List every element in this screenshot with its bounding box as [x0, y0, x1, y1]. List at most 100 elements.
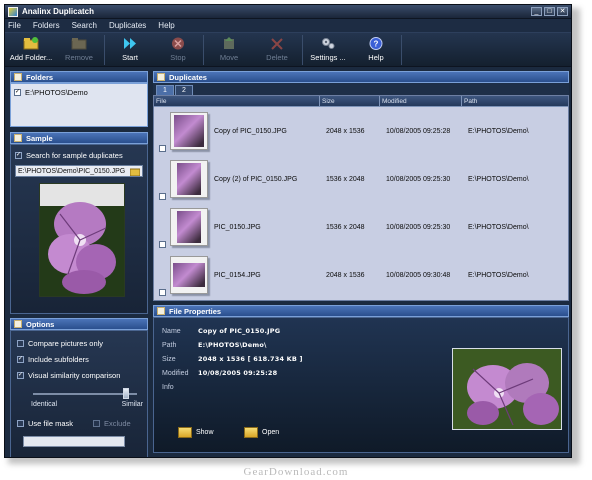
file-mask-label: Use file mask	[28, 418, 74, 428]
move-label: Move	[219, 53, 239, 62]
settings-icon	[320, 36, 336, 50]
settings-button[interactable]: Settings ...	[304, 33, 352, 67]
sample-panel: Search for sample duplicates E:\PHOTOS\D…	[10, 144, 148, 314]
menu-search[interactable]: Search	[72, 21, 97, 30]
folders-panel-icon	[14, 73, 22, 81]
tab-group-1[interactable]: 1	[156, 85, 174, 95]
row-thumbnail	[170, 256, 208, 294]
cell-size: 2048 x 1536	[326, 271, 365, 279]
stop-icon	[170, 36, 186, 50]
row-checkbox[interactable]	[159, 193, 166, 200]
help-label: Help	[368, 53, 384, 62]
prop-name-value: Copy of PIC_0150.JPG	[198, 327, 281, 335]
cell-size: 1536 x 2048	[326, 223, 365, 231]
close-button[interactable]: ✕	[557, 7, 568, 16]
browse-folder-icon[interactable]	[130, 167, 140, 176]
folder-item[interactable]: E:\PHOTOS\Demo	[14, 86, 88, 98]
help-button[interactable]: ? Help	[352, 33, 400, 67]
toolbar-separator	[302, 35, 303, 65]
folder-checkbox[interactable]	[14, 88, 21, 96]
sample-panel-icon	[14, 134, 22, 142]
show-label: Show	[196, 429, 214, 436]
cell-file: PIC_0150.JPG	[214, 223, 261, 231]
row-checkbox[interactable]	[159, 241, 166, 248]
cell-size: 2048 x 1536	[326, 127, 365, 135]
tab-group-2[interactable]: 2	[175, 85, 193, 95]
compare-option[interactable]: Compare pictures only	[17, 335, 141, 351]
folders-title: Folders	[26, 72, 54, 82]
toolbar-separator	[401, 35, 402, 65]
left-panel: Folders E:\PHOTOS\Demo Sample Search for…	[10, 71, 148, 457]
subfolders-option[interactable]: Include subfolders	[17, 351, 141, 367]
exclude-checkbox[interactable]	[93, 419, 101, 427]
column-path[interactable]: Path	[462, 96, 568, 106]
properties-panel-icon	[157, 307, 165, 315]
remove-button[interactable]: Remove	[55, 33, 103, 67]
maximize-button[interactable]: □	[544, 7, 555, 16]
column-file[interactable]: File	[154, 96, 320, 106]
table-row[interactable]: Copy of PIC_0150.JPG 2048 x 1536 10/08/2…	[154, 107, 568, 155]
column-modified[interactable]: Modified	[380, 96, 462, 106]
window-title: Analinx Duplicatch	[22, 7, 95, 16]
options-header: Options	[10, 318, 148, 330]
exclude-label: Exclude	[104, 418, 131, 428]
start-button[interactable]: Start	[106, 33, 154, 67]
visual-checkbox[interactable]	[17, 371, 24, 379]
sample-image	[39, 183, 125, 297]
cell-path: E:\PHOTOS\Demo\	[468, 223, 529, 231]
group-tabs: 1 2	[153, 83, 569, 95]
prop-path-value: E:\PHOTOS\Demo\	[198, 341, 267, 349]
duplicates-header: Duplicates	[153, 71, 569, 83]
toolbar: Add Folder... Remove Start Stop Move Del…	[5, 33, 571, 67]
similarity-slider[interactable]	[33, 387, 137, 401]
add-folder-button[interactable]: Add Folder...	[7, 33, 55, 67]
prop-modified-value: 10/08/2005 09:25:28	[198, 369, 278, 377]
show-button[interactable]: Show	[178, 427, 214, 438]
row-checkbox[interactable]	[159, 289, 166, 296]
file-mask-checkbox[interactable]	[17, 419, 24, 427]
file-mask-option: Use file mask Exclude	[17, 414, 141, 432]
move-button[interactable]: Move	[205, 33, 253, 67]
prop-path-label: Path	[162, 341, 177, 349]
row-thumbnail	[170, 112, 208, 150]
stop-button[interactable]: Stop	[154, 33, 202, 67]
slider-labels: Identical Similar	[31, 401, 143, 408]
prop-info-label: Info	[162, 383, 174, 391]
options-panel-icon	[14, 320, 22, 328]
column-size[interactable]: Size	[320, 96, 380, 106]
table-row[interactable]: PIC_0150.JPG 1536 x 2048 10/08/2005 09:2…	[154, 203, 568, 251]
app-window: Analinx Duplicatch _ □ ✕ File Folders Se…	[4, 4, 572, 458]
menu-file[interactable]: File	[8, 21, 21, 30]
delete-icon	[269, 36, 285, 50]
subfolders-checkbox[interactable]	[17, 355, 24, 363]
row-checkbox[interactable]	[159, 145, 166, 152]
cell-file: Copy (2) of PIC_0150.JPG	[214, 175, 298, 183]
compare-checkbox[interactable]	[17, 339, 24, 347]
open-button[interactable]: Open	[244, 427, 279, 438]
menu-folders[interactable]: Folders	[33, 21, 60, 30]
delete-label: Delete	[266, 53, 288, 62]
cell-path: E:\PHOTOS\Demo\	[468, 271, 529, 279]
sample-search-option[interactable]: Search for sample duplicates	[15, 149, 143, 161]
open-label: Open	[262, 429, 280, 436]
duplicates-table: File Size Modified Path Copy of PIC_0150…	[153, 95, 569, 301]
visual-option[interactable]: Visual similarity comparison	[17, 367, 141, 383]
cell-file: Copy of PIC_0150.JPG	[214, 127, 287, 135]
slider-thumb[interactable]	[123, 388, 130, 399]
subfolders-label: Include subfolders	[28, 354, 89, 364]
prop-size-value: 2048 x 1536 [ 618.734 KB ]	[198, 355, 303, 363]
table-row[interactable]: Copy (2) of PIC_0150.JPG 1536 x 2048 10/…	[154, 155, 568, 203]
prop-size-label: Size	[162, 355, 176, 363]
menu-duplicates[interactable]: Duplicates	[109, 21, 146, 30]
delete-button[interactable]: Delete	[253, 33, 301, 67]
sample-path-field[interactable]: E:\PHOTOS\Demo\PIC_0150.JPG	[15, 165, 143, 177]
minimize-button[interactable]: _	[531, 7, 542, 16]
menu-help[interactable]: Help	[158, 21, 174, 30]
cell-modified: 10/08/2005 09:25:30	[386, 223, 451, 231]
file-mask-input[interactable]	[23, 436, 125, 447]
remove-folder-icon	[71, 36, 87, 50]
cell-path: E:\PHOTOS\Demo\	[468, 175, 529, 183]
sample-search-checkbox[interactable]	[15, 151, 22, 159]
table-row[interactable]: PIC_0154.JPG 2048 x 1536 10/08/2005 09:3…	[154, 251, 568, 299]
prop-name-label: Name	[162, 327, 181, 335]
